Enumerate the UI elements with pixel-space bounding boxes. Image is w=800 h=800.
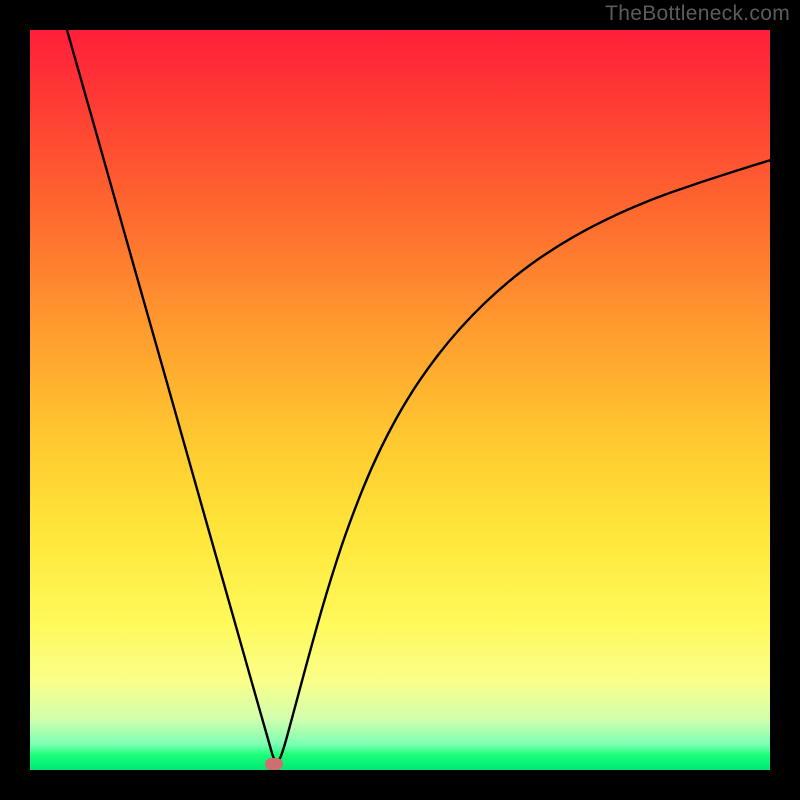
- chart-frame: TheBottleneck.com: [0, 0, 800, 800]
- bottleneck-curve: [30, 30, 770, 770]
- chart-plot-area: [30, 30, 770, 770]
- optimum-marker: [265, 758, 283, 770]
- watermark-text: TheBottleneck.com: [605, 2, 790, 26]
